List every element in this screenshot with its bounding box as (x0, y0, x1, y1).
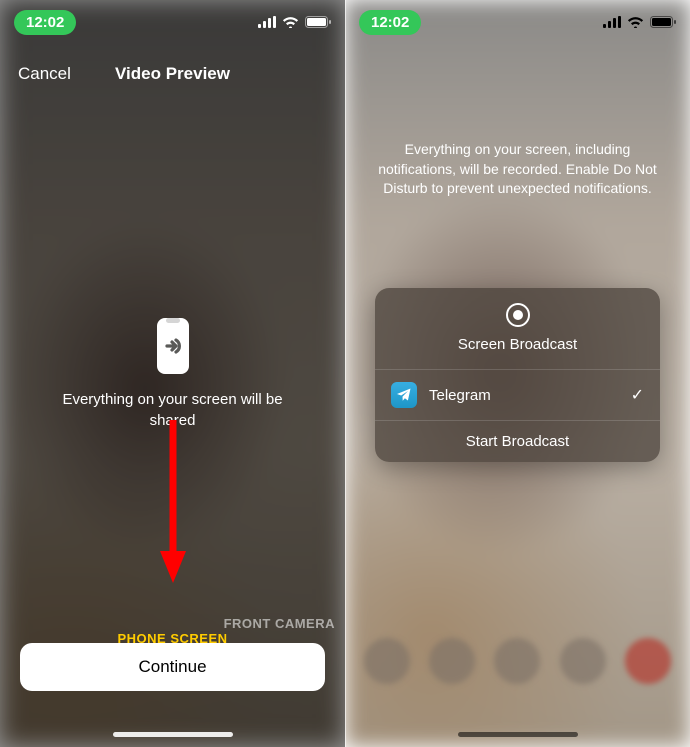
telegram-icon (391, 382, 417, 408)
recording-warning: Everything on your screen, including not… (375, 140, 660, 199)
status-time-pill: 12:02 (14, 10, 76, 35)
start-broadcast-label: Start Broadcast (466, 433, 569, 450)
cancel-button[interactable]: Cancel (18, 64, 71, 84)
status-bar: 12:02 (345, 0, 690, 44)
continue-button[interactable]: Continue (20, 643, 325, 691)
broadcast-card: Screen Broadcast Telegram ✓ Start Broadc… (375, 288, 660, 462)
home-indicator (113, 732, 233, 737)
blurred-control (429, 638, 475, 684)
tab-front-camera[interactable]: FRONT CAMERA (224, 616, 335, 631)
header: Cancel Video Preview (0, 52, 345, 96)
status-bar: 12:02 (0, 0, 345, 44)
checkmark-icon: ✓ (631, 385, 644, 405)
blurred-control (494, 638, 540, 684)
left-screenshot: 12:02 Cancel Video Preview Everything on… (0, 0, 345, 747)
status-indicators (258, 16, 331, 28)
battery-icon (650, 16, 676, 28)
phone-share-icon (149, 316, 197, 376)
screenshot-divider (345, 0, 346, 747)
status-indicators (603, 16, 676, 28)
cellular-icon (603, 16, 621, 28)
app-row-telegram[interactable]: Telegram ✓ (375, 369, 660, 420)
page-title: Video Preview (115, 64, 230, 84)
right-screenshot: 12:02 Everything on your screen, includi… (345, 0, 690, 747)
card-header: Screen Broadcast (375, 288, 660, 369)
status-time-pill: 12:02 (359, 10, 421, 35)
app-label: Telegram (429, 387, 631, 404)
card-title: Screen Broadcast (458, 336, 577, 353)
annotation-arrow (158, 415, 188, 590)
blurred-control (364, 638, 410, 684)
battery-icon (305, 16, 331, 28)
blurred-call-controls (345, 627, 690, 695)
blurred-control (560, 638, 606, 684)
start-broadcast-button[interactable]: Start Broadcast (375, 420, 660, 462)
cellular-icon (258, 16, 276, 28)
home-indicator (458, 732, 578, 737)
wifi-icon (282, 16, 299, 28)
wifi-icon (627, 16, 644, 28)
record-icon (505, 302, 531, 328)
blurred-end-control (625, 638, 671, 684)
